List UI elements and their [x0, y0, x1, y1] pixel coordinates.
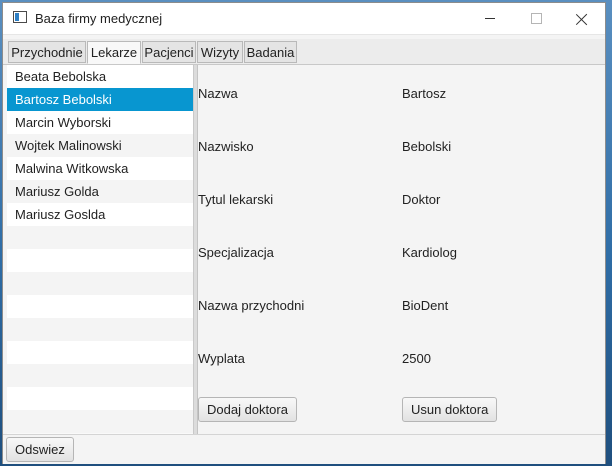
empty-list-row	[7, 387, 193, 410]
surname-value: Bebolski	[402, 139, 452, 154]
title-value: Doktor	[402, 192, 441, 207]
tab-wizyty[interactable]: Wizyty	[197, 41, 243, 63]
title-label: Tytul lekarski	[198, 192, 274, 207]
list-item[interactable]: Marcin Wyborski	[7, 111, 193, 134]
empty-list-row	[7, 226, 193, 249]
list-item[interactable]: Malwina Witkowska	[7, 157, 193, 180]
doctor-details: Nazwa Bartosz Nazwisko Bebolski Tytul le…	[198, 65, 605, 434]
list-item[interactable]: Beata Bebolska	[7, 65, 193, 88]
salary-label: Wyplata	[198, 351, 245, 366]
remove-doctor-button[interactable]: Usun doktora	[402, 397, 498, 422]
name-value: Bartosz	[402, 86, 447, 101]
title-bar: Baza firmy medycznej	[3, 3, 605, 35]
doctor-list[interactable]: Beata Bebolska Bartosz Bebolski Marcin W…	[7, 65, 194, 434]
refresh-button[interactable]: Odswiez	[6, 437, 74, 462]
empty-list-row	[7, 318, 193, 341]
maximize-icon	[530, 13, 542, 24]
app-icon	[13, 11, 27, 23]
list-item[interactable]: Wojtek Malinowski	[7, 134, 193, 157]
specialization-label: Specjalizacja	[198, 245, 274, 260]
close-icon	[576, 13, 588, 25]
tab-przychodnie[interactable]: Przychodnie	[8, 41, 86, 63]
name-label: Nazwa	[198, 86, 238, 101]
minimize-button[interactable]	[467, 3, 513, 34]
tab-pacjenci[interactable]: Pacjenci	[142, 41, 196, 63]
clinic-value: BioDent	[402, 298, 449, 313]
app-window: Baza firmy medycznej Przychodnie Lekarze…	[2, 2, 606, 464]
empty-list-row	[7, 249, 193, 272]
list-item[interactable]: Mariusz Goslda	[7, 203, 193, 226]
minimize-icon	[485, 18, 495, 19]
empty-list-row	[7, 410, 193, 433]
add-doctor-button[interactable]: Dodaj doktora	[198, 397, 297, 422]
empty-list-row	[7, 272, 193, 295]
salary-value: 2500	[402, 351, 431, 366]
empty-list-row	[7, 295, 193, 318]
bottom-bar: Odswiez	[3, 434, 605, 464]
tab-lekarze[interactable]: Lekarze	[87, 41, 141, 64]
maximize-button[interactable]	[513, 3, 559, 34]
empty-list-row	[7, 341, 193, 364]
list-item[interactable]: Mariusz Golda	[7, 180, 193, 203]
specialization-value: Kardiolog	[402, 245, 457, 260]
tab-badania[interactable]: Badania	[244, 41, 297, 63]
tab-bar: Przychodnie Lekarze Pacjenci Wizyty Bada…	[3, 39, 605, 64]
surname-label: Nazwisko	[198, 139, 254, 154]
window-title: Baza firmy medycznej	[35, 11, 163, 26]
clinic-label: Nazwa przychodni	[198, 298, 305, 313]
tab-content: Beata Bebolska Bartosz Bebolski Marcin W…	[3, 64, 605, 434]
list-item-selected[interactable]: Bartosz Bebolski	[7, 88, 193, 111]
empty-list-row	[7, 364, 193, 387]
close-button[interactable]	[559, 3, 605, 34]
